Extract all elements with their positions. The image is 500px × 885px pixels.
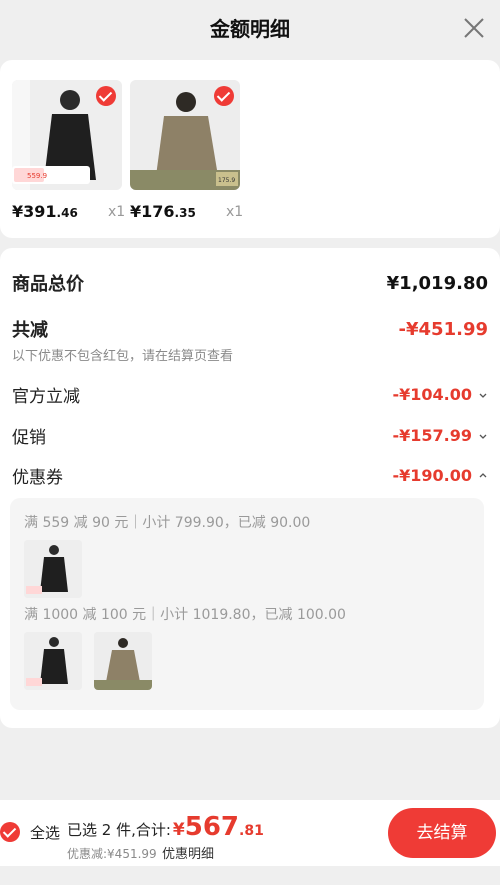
checkout-button[interactable]: 去结算 bbox=[388, 808, 496, 858]
promo-amount: -¥157.99 bbox=[392, 426, 472, 445]
currency-symbol: ¥ bbox=[172, 820, 185, 840]
coupon-row[interactable]: 优惠券 -¥190.00 bbox=[12, 463, 488, 488]
page-title: 金额明细 bbox=[210, 17, 290, 41]
coupon-product-thumb bbox=[94, 632, 152, 690]
product-item[interactable]: 559.9 ¥391.46 x1 bbox=[12, 80, 125, 221]
promo-row[interactable]: 促销 -¥157.99 bbox=[12, 423, 488, 448]
official-value: -¥104.00 bbox=[392, 385, 488, 404]
product-price: ¥176.35 bbox=[130, 202, 196, 221]
official-row[interactable]: 官方立减 -¥104.00 bbox=[12, 382, 488, 407]
coupon-product-thumb bbox=[24, 540, 82, 598]
tag-price-text: 175.9 bbox=[218, 177, 235, 184]
total-int: 567 bbox=[184, 812, 240, 842]
select-all-check-icon[interactable] bbox=[0, 822, 20, 842]
product-image[interactable]: 559.9 bbox=[12, 80, 122, 190]
product-image[interactable]: 175.9 bbox=[130, 80, 240, 190]
promo-value: -¥157.99 bbox=[392, 426, 488, 445]
reduce-label: 共减 bbox=[12, 320, 48, 341]
price-int: ¥391 bbox=[12, 202, 57, 221]
product-price: ¥391.46 bbox=[12, 202, 78, 221]
coupon-amount: -¥190.00 bbox=[392, 466, 472, 485]
discount-summary: 优惠减:¥451.99 bbox=[67, 847, 157, 861]
discount-detail-link[interactable]: 优惠明细 bbox=[162, 843, 214, 862]
selected-count: 已选 2 件,合计: bbox=[67, 821, 171, 839]
coupon-rule-text: 满 559 减 90 元｜小计 799.90，已减 90.00 bbox=[24, 515, 311, 531]
product-check-icon[interactable] bbox=[96, 86, 116, 106]
select-all-label[interactable]: 全选 bbox=[30, 822, 60, 843]
coat-thumb bbox=[24, 632, 82, 690]
coupon-product-thumb bbox=[24, 632, 82, 690]
total-value: ¥1,019.80 bbox=[386, 272, 488, 294]
coupon-value: -¥190.00 bbox=[392, 466, 488, 485]
product-item[interactable]: 175.9 ¥176.35 x1 bbox=[130, 80, 243, 221]
checkout-bar: 全选 已选 2 件,合计: ¥ 567 .81 优惠减:¥451.99 优惠明细… bbox=[0, 800, 500, 866]
coat-thumb bbox=[24, 540, 82, 598]
product-check-icon[interactable] bbox=[214, 86, 234, 106]
total-label: 商品总价 bbox=[12, 274, 84, 295]
product-qty: x1 bbox=[226, 204, 244, 220]
reduce-row: 共减 -¥451.99 bbox=[12, 316, 488, 342]
coupon-detail-box: 满 559 减 90 元｜小计 799.90，已减 90.00 满 1000 减… bbox=[10, 498, 484, 710]
reduce-value: -¥451.99 bbox=[398, 318, 488, 340]
chevron-down-icon[interactable] bbox=[478, 431, 488, 441]
total-row: 商品总价 ¥1,019.80 bbox=[12, 270, 488, 296]
chevron-up-icon[interactable] bbox=[478, 471, 488, 481]
page-header: 金额明细 bbox=[0, 0, 500, 58]
official-label: 官方立减 bbox=[12, 387, 80, 407]
promo-label: 促销 bbox=[12, 428, 46, 448]
price-dec: .46 bbox=[56, 206, 78, 220]
coupon-rule-text: 满 1000 减 100 元｜小计 1019.80，已减 100.00 bbox=[24, 607, 346, 623]
products-card: 559.9 ¥391.46 x1 175.9 ¥176.35 x1 bbox=[0, 60, 500, 238]
product-qty: x1 bbox=[108, 204, 126, 220]
summary-card: 商品总价 ¥1,019.80 共减 -¥451.99 以下优惠不包含红包，请在结… bbox=[0, 248, 500, 728]
price-dec: .35 bbox=[174, 206, 196, 220]
official-amount: -¥104.00 bbox=[392, 385, 472, 404]
chevron-down-icon[interactable] bbox=[478, 390, 488, 400]
tag-price-text: 559.9 bbox=[27, 172, 47, 180]
total-summary: 已选 2 件,合计: ¥ 567 .81 bbox=[67, 812, 264, 842]
total-dec: .81 bbox=[239, 823, 264, 839]
discount-note: 以下优惠不包含红包，请在结算页查看 bbox=[12, 349, 234, 364]
jacket-thumb bbox=[94, 632, 152, 690]
price-int: ¥176 bbox=[130, 202, 175, 221]
coupon-label: 优惠券 bbox=[12, 468, 63, 488]
close-icon[interactable] bbox=[460, 14, 488, 42]
